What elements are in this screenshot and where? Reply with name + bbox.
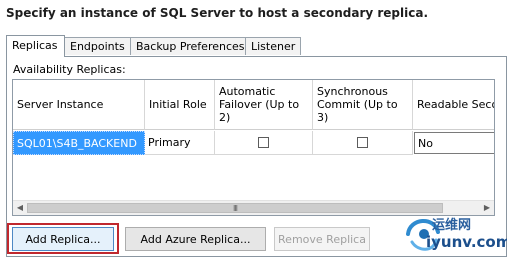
cell-synchronous-commit <box>313 131 413 155</box>
cell-initial-role[interactable]: Primary <box>145 131 215 155</box>
tab-replicas[interactable]: Replicas <box>6 35 65 57</box>
column-header-server-instance[interactable]: Server Instance <box>13 80 145 130</box>
remove-replica-button[interactable]: Remove Replica <box>274 227 370 251</box>
tab-endpoints[interactable]: Endpoints <box>64 37 131 55</box>
watermark-text-bottom: iyunv.com <box>426 233 507 251</box>
cell-server-instance[interactable]: SQL01\S4B_BACKEND <box>13 131 145 155</box>
column-header-automatic-failover[interactable]: Automatic Failover (Up to 2) <box>215 80 313 130</box>
column-header-initial-role[interactable]: Initial Role <box>145 80 215 130</box>
tab-listener[interactable]: Listener <box>245 37 301 55</box>
add-replica-button[interactable]: Add Replica... <box>12 227 114 251</box>
add-azure-replica-button[interactable]: Add Azure Replica... <box>125 227 266 251</box>
page-title: Specify an instance of SQL Server to hos… <box>6 6 429 20</box>
watermark-text-top: 运维网 <box>432 218 472 233</box>
column-header-synchronous-commit[interactable]: Synchronous Commit (Up to 3) <box>313 80 413 130</box>
synchronous-commit-checkbox[interactable] <box>357 137 368 148</box>
readable-secondary-dropdown[interactable]: No <box>414 132 494 154</box>
cell-automatic-failover <box>215 131 313 155</box>
availability-replicas-label: Availability Replicas: <box>13 63 126 76</box>
availability-replicas-grid[interactable]: Server Instance Initial Role Automatic F… <box>12 79 495 216</box>
automatic-failover-checkbox[interactable] <box>258 137 269 148</box>
column-header-readable-secondary[interactable]: Readable Secon <box>413 80 494 130</box>
tab-backup-preferences[interactable]: Backup Preferences <box>130 37 246 55</box>
scroll-grip-icon: III <box>232 204 238 213</box>
scrollbar-thumb[interactable]: III <box>27 203 443 213</box>
scroll-left-arrow-icon[interactable]: ◀ <box>13 201 27 215</box>
